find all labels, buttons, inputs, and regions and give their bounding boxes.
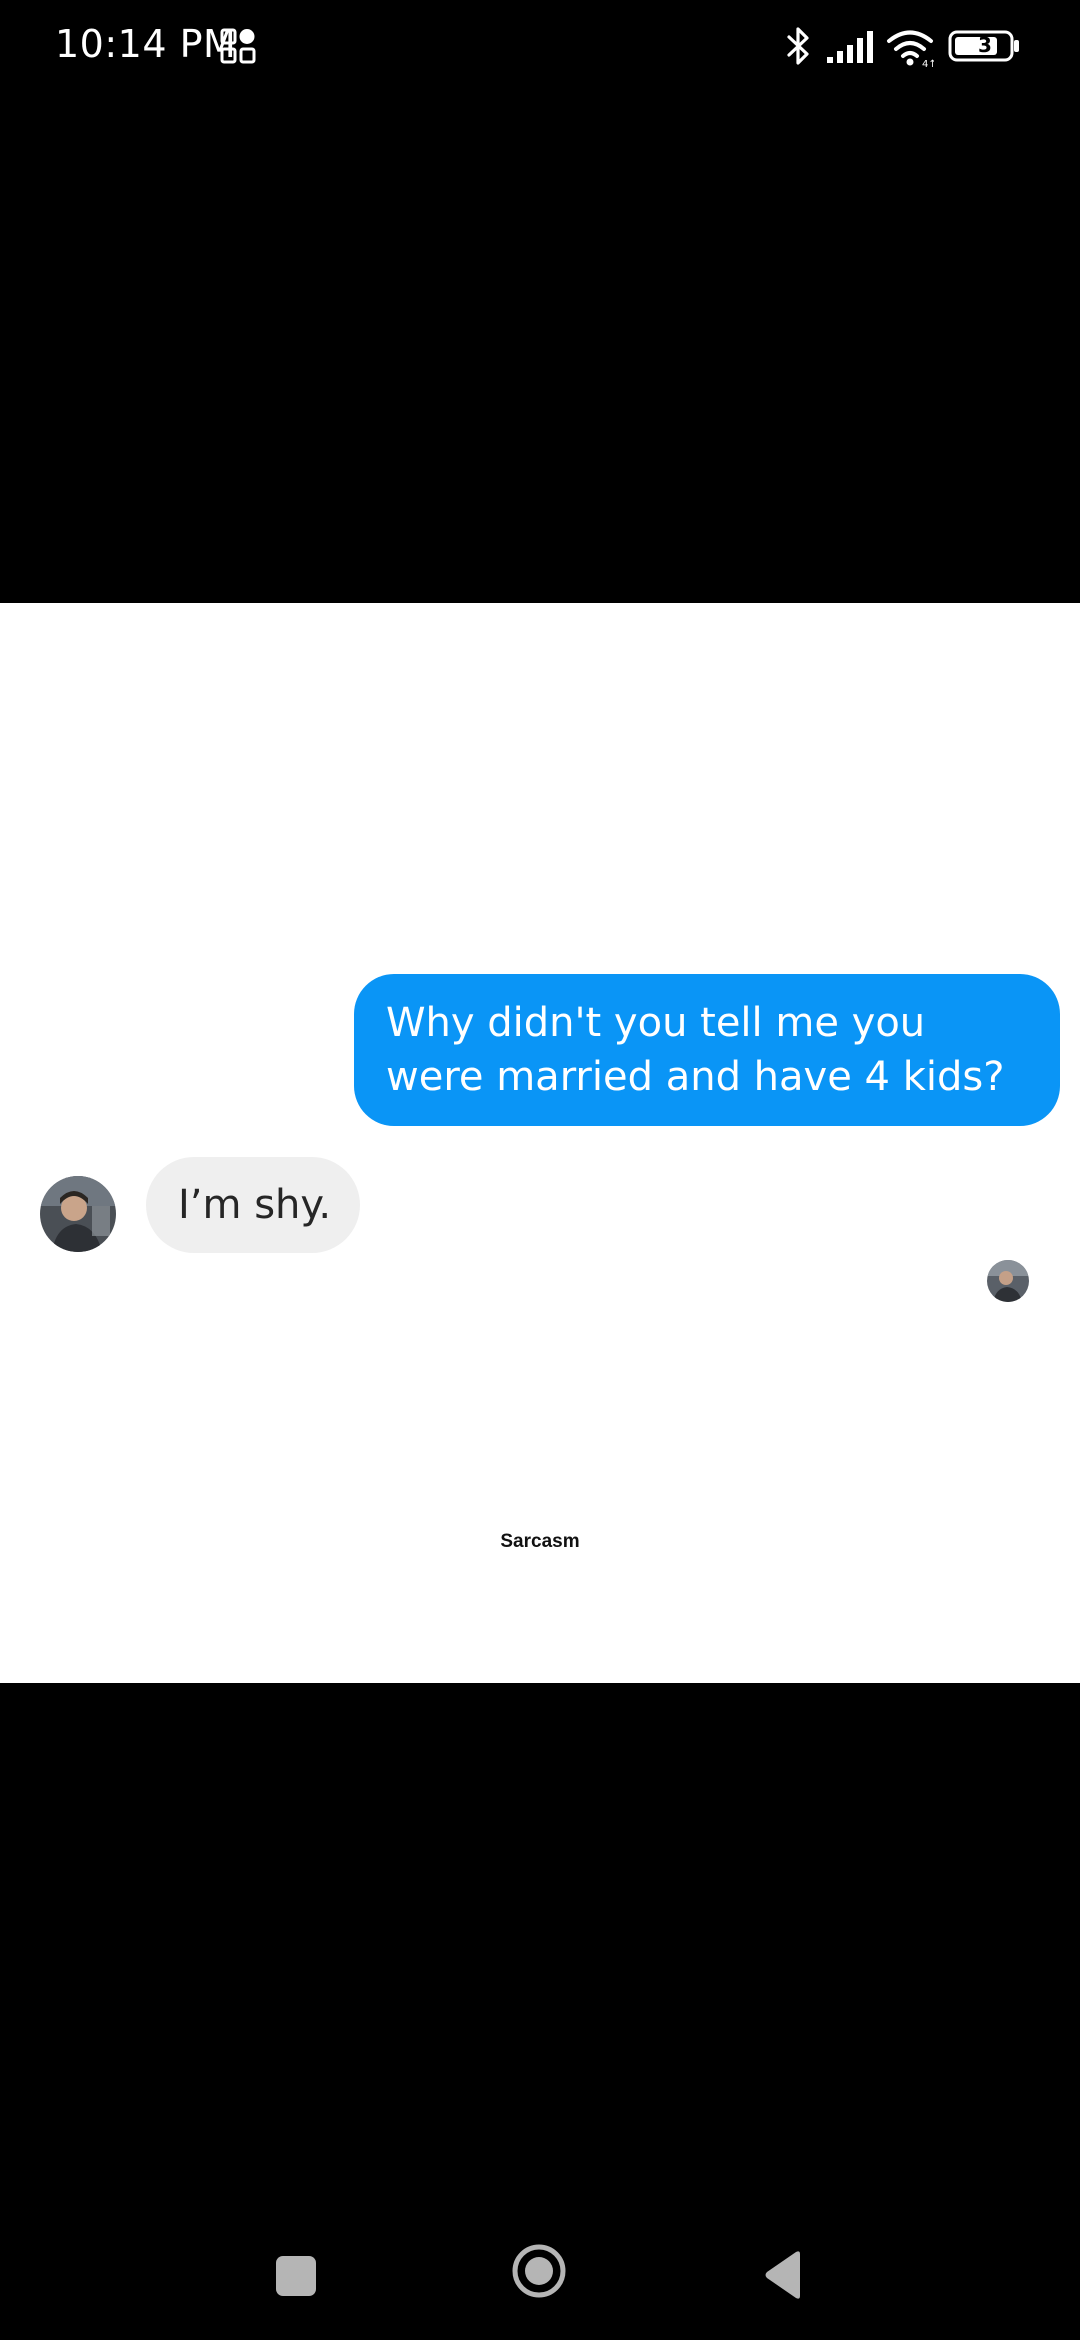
- sent-message-bubble: Why didn't you tell me you were married …: [354, 974, 1060, 1126]
- wifi-icon: 4↑: [887, 30, 934, 68]
- svg-text:4↑: 4↑: [922, 59, 934, 68]
- bluetooth-icon: [787, 27, 809, 65]
- navigation-bar: [0, 2220, 1080, 2340]
- message-screenshot-image: Why didn't you tell me you were married …: [0, 603, 1080, 1683]
- app-grid-icon: [220, 28, 256, 64]
- status-time: 10:14 PM: [55, 22, 237, 66]
- signal-icon: [827, 31, 873, 63]
- received-message-bubble: I’m shy.: [146, 1157, 360, 1253]
- status-bar: 10:14 PM 4↑ 3: [0, 0, 1080, 96]
- caption-text: Sarcasm: [500, 1531, 580, 1552]
- home-button[interactable]: [512, 2244, 566, 2298]
- battery-icon: 3: [948, 30, 1020, 62]
- back-button[interactable]: [762, 2250, 804, 2300]
- seen-avatar: [987, 1260, 1029, 1302]
- received-message-text: I’m shy.: [178, 1182, 332, 1228]
- sent-message-text: Why didn't you tell me you were married …: [386, 1000, 1005, 1100]
- recent-apps-button[interactable]: [276, 2256, 316, 2296]
- avatar: [40, 1176, 116, 1252]
- battery-level: 3: [978, 33, 992, 57]
